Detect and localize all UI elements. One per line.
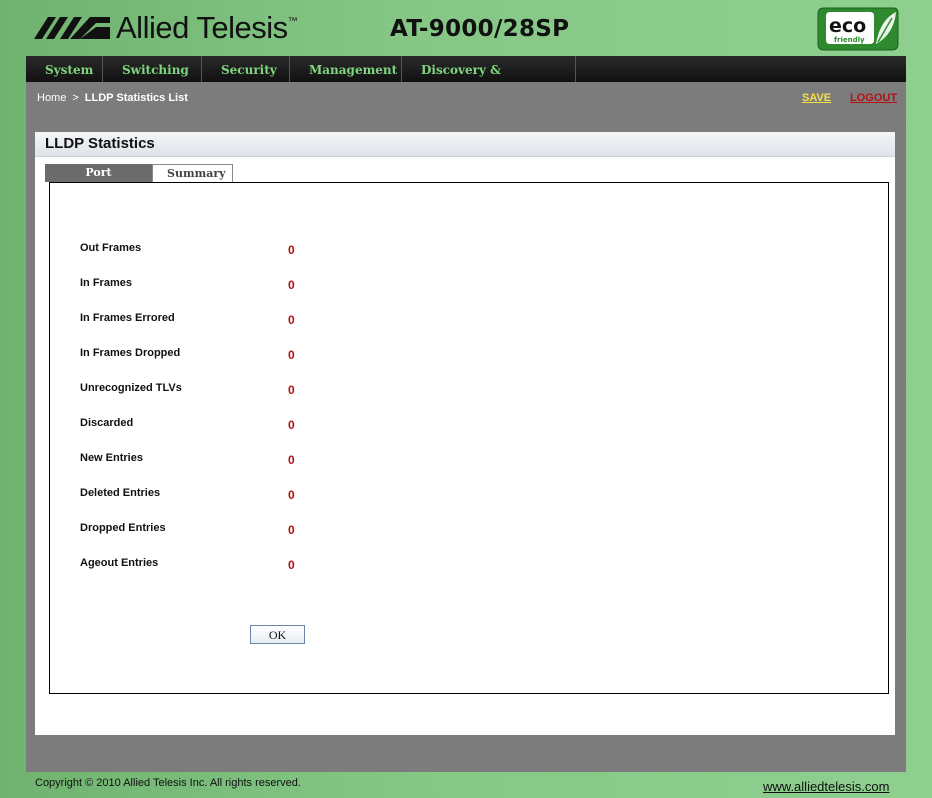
stat-value: 0 — [288, 523, 295, 537]
stat-label: Deleted Entries — [80, 487, 161, 499]
device-model: AT-9000/28SP — [390, 16, 570, 42]
stat-label: Discarded — [80, 417, 134, 429]
ok-button[interactable]: OK — [250, 625, 305, 644]
stat-value: 0 — [288, 453, 295, 467]
nav-item-discovery-monitoring[interactable]: Discovery & Monitoring — [402, 56, 576, 105]
stat-label: In Frames Dropped — [80, 347, 181, 359]
allied-telesis-logo: Allied Telesis™ — [34, 8, 298, 48]
tab-bar: Port Statistics Summary — [45, 164, 233, 197]
eco-subtext: friendly — [834, 36, 865, 44]
stat-value: 0 — [288, 278, 295, 292]
stat-row-in-frames: In Frames 0 — [80, 277, 480, 293]
stat-value: 0 — [288, 418, 295, 432]
logout-link[interactable]: LOGOUT — [850, 92, 897, 104]
nav-item-switching[interactable]: Switching — [103, 56, 202, 82]
stat-value: 0 — [288, 243, 295, 257]
content-area: Home > LLDP Statistics List SAVE LOGOUT LL… — [26, 82, 906, 772]
panel-title: LLDP Statistics — [35, 132, 895, 157]
nav-item-management[interactable]: Management — [290, 56, 402, 82]
tab-port-statistics[interactable]: Port Statistics — [45, 164, 152, 197]
tab-summary[interactable]: Summary — [152, 164, 233, 182]
stat-label: Unrecognized TLVs — [80, 382, 182, 394]
stat-row-new-entries: New Entries 0 — [80, 452, 480, 468]
stat-row-unrecognized-tlvs: Unrecognized TLVs 0 — [80, 382, 480, 398]
allied-telesis-mark-icon — [34, 17, 110, 39]
breadcrumb-current: LLDP Statistics List — [84, 92, 188, 104]
eco-text: eco — [829, 15, 866, 37]
stat-value: 0 — [288, 383, 295, 397]
breadcrumb: Home > LLDP Statistics List — [37, 92, 188, 104]
breadcrumb-separator: > — [72, 92, 79, 104]
stat-value: 0 — [288, 313, 295, 327]
nav-item-system[interactable]: System — [26, 56, 103, 82]
stat-label: In Frames Errored — [80, 312, 175, 324]
save-link[interactable]: SAVE — [802, 92, 831, 104]
stat-label: In Frames — [80, 277, 132, 289]
main-nav: System Switching Security Management Dis… — [26, 56, 906, 105]
eco-friendly-badge: eco friendly — [817, 7, 899, 51]
statistics-box: Out Frames 0 In Frames 0 In Frames Error… — [49, 182, 889, 694]
lldp-statistics-panel: LLDP Statistics Port Statistics Summary … — [35, 132, 895, 735]
stat-label: New Entries — [80, 452, 143, 464]
stat-label: Dropped Entries — [80, 522, 166, 534]
stat-row-discarded: Discarded 0 — [80, 417, 480, 433]
stat-row-in-frames-errored: In Frames Errored 0 — [80, 312, 480, 328]
copyright-text: Copyright © 2010 Allied Telesis Inc. All… — [35, 777, 301, 789]
website-link[interactable]: www.alliedtelesis.com — [763, 779, 889, 794]
stat-value: 0 — [288, 558, 295, 572]
breadcrumb-home[interactable]: Home — [37, 92, 66, 104]
stat-row-deleted-entries: Deleted Entries 0 — [80, 487, 480, 503]
stat-row-ageout-entries: Ageout Entries 0 — [80, 557, 480, 573]
stat-row-dropped-entries: Dropped Entries 0 — [80, 522, 480, 538]
stat-value: 0 — [288, 348, 295, 362]
header: Allied Telesis™ AT-9000/28SP eco friendl… — [0, 0, 932, 55]
nav-item-security[interactable]: Security — [202, 56, 290, 82]
stat-value: 0 — [288, 488, 295, 502]
stat-label: Ageout Entries — [80, 557, 159, 569]
stat-row-out-frames: Out Frames 0 — [80, 242, 480, 258]
stat-label: Out Frames — [80, 242, 142, 254]
stat-row-in-frames-dropped: In Frames Dropped 0 — [80, 347, 480, 363]
logo-text: Allied Telesis™ — [116, 10, 298, 45]
